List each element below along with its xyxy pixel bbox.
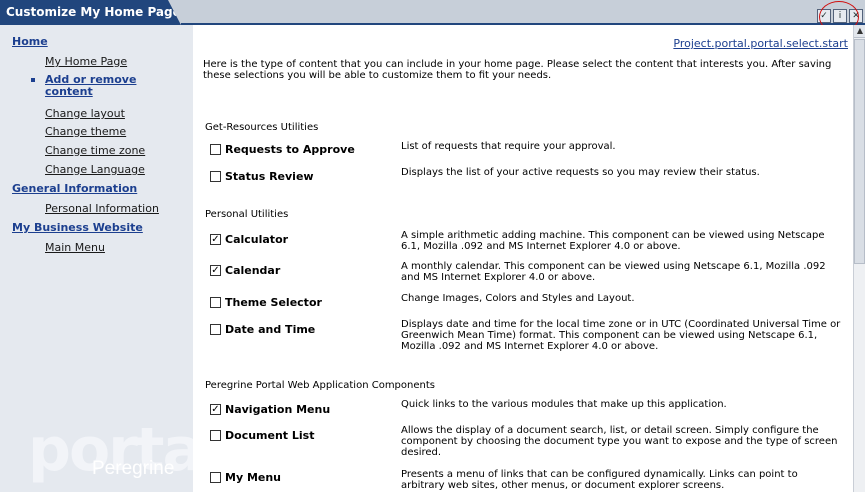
peregrine-logo: Peregrine <box>92 458 175 479</box>
sidebar-item-main-menu[interactable]: Main Menu <box>0 241 193 254</box>
checkbox[interactable]: ✓ <box>210 404 221 415</box>
option-description: Change Images, Colors and Styles and Lay… <box>401 293 635 304</box>
option-theme-selector[interactable]: Theme Selector <box>210 296 322 309</box>
option-date-and-time[interactable]: Date and Time <box>210 323 315 336</box>
checkbox[interactable] <box>210 144 221 155</box>
group-title: Get-Resources Utilities <box>205 122 319 133</box>
option-calendar[interactable]: ✓ Calendar <box>210 264 280 277</box>
option-requests-to-approve[interactable]: Requests to Approve <box>210 143 355 156</box>
sidebar-item-change-layout[interactable]: Change layout <box>0 107 193 120</box>
option-document-list[interactable]: Document List <box>210 429 314 442</box>
checkbox[interactable]: ✓ <box>210 265 221 276</box>
option-description: List of requests that require your appro… <box>401 141 616 152</box>
option-description: A simple arithmetic adding machine. This… <box>401 230 825 252</box>
option-navigation-menu[interactable]: ✓ Navigation Menu <box>210 403 330 416</box>
sidebar-section-general-information[interactable]: General Information <box>0 182 193 195</box>
checkbox[interactable] <box>210 472 221 483</box>
sidebar-section-my-business-website[interactable]: My Business Website <box>0 221 193 234</box>
vertical-scrollbar[interactable]: ▲ <box>853 25 865 492</box>
option-description: A monthly calendar. This component can b… <box>401 261 826 283</box>
checkbox[interactable] <box>210 430 221 441</box>
checkbox[interactable] <box>210 324 221 335</box>
intro-text: Here is the type of content that you can… <box>203 59 832 81</box>
sidebar-nav: Home My Home Page Add or remove content … <box>0 25 193 492</box>
window-title: Customize My Home Page <box>0 0 181 25</box>
option-description: Displays the list of your active request… <box>401 167 760 178</box>
checkbox[interactable]: ✓ <box>210 234 221 245</box>
main-content: Project.portal.portal.select.start Here … <box>193 25 853 492</box>
scroll-up-icon[interactable]: ▲ <box>854 25 865 38</box>
group-title: Personal Utilities <box>205 209 289 220</box>
option-description: Displays date and time for the local tim… <box>401 319 841 352</box>
bullet-icon <box>31 78 35 82</box>
sidebar-item-add-remove-content[interactable]: Add or remove content <box>0 74 193 98</box>
select-start-link[interactable]: Project.portal.portal.select.start <box>673 37 848 50</box>
sidebar-item-personal-information[interactable]: Personal Information <box>0 202 193 215</box>
scroll-thumb[interactable] <box>854 39 865 264</box>
checkbox[interactable] <box>210 171 221 182</box>
sidebar-section-home[interactable]: Home <box>0 35 193 48</box>
sidebar-item-change-language[interactable]: Change Language <box>0 163 193 176</box>
option-my-menu[interactable]: My Menu <box>210 471 281 484</box>
sidebar-item-change-theme[interactable]: Change theme <box>0 125 193 138</box>
sidebar-item-change-time-zone[interactable]: Change time zone <box>0 144 193 157</box>
option-description: Quick links to the various modules that … <box>401 399 727 410</box>
checkbox[interactable] <box>210 297 221 308</box>
option-status-review[interactable]: Status Review <box>210 170 314 183</box>
option-description: Allows the display of a document search,… <box>401 425 838 458</box>
option-description: Presents a menu of links that can be con… <box>401 469 798 491</box>
group-title: Peregrine Portal Web Application Compone… <box>205 380 435 391</box>
window-titlebar: Customize My Home Page ✓ i ✕ <box>0 0 865 33</box>
sidebar-item-my-home-page[interactable]: My Home Page <box>0 55 193 68</box>
option-calculator[interactable]: ✓ Calculator <box>210 233 288 246</box>
